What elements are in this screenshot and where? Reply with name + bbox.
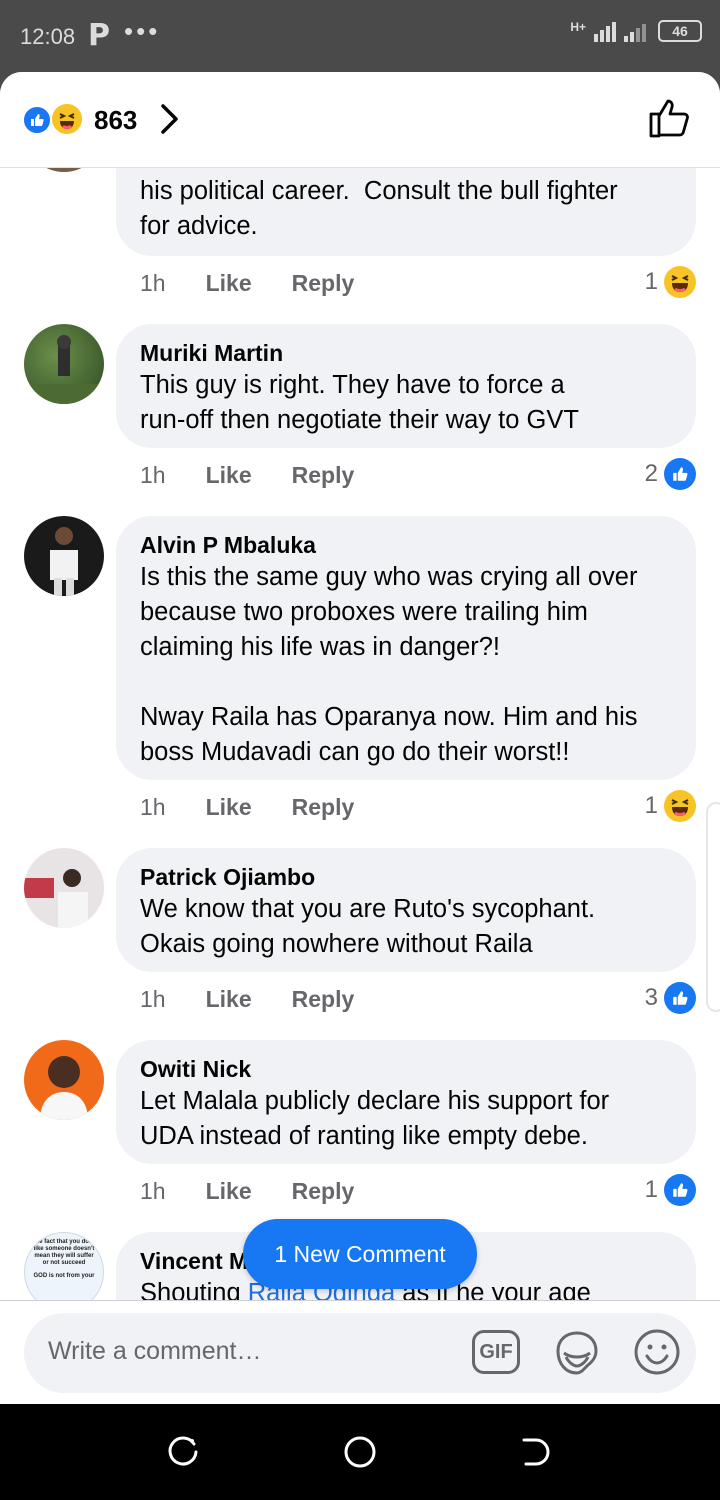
comment-reaction-summary[interactable]: 1	[645, 790, 696, 822]
avatar[interactable]	[24, 1040, 104, 1120]
reaction-count: 1	[644, 268, 658, 295]
app-notification-icon: P	[88, 18, 110, 53]
home-icon[interactable]	[342, 1434, 378, 1475]
reply-button[interactable]: Reply	[292, 794, 355, 821]
comment-bubble[interactable]: Alvin P Mbaluka Is this the same guy who…	[116, 516, 696, 780]
like-button[interactable]: Like	[206, 1178, 252, 1205]
like-button[interactable]: Like	[206, 794, 252, 821]
comment-time: 1h	[140, 270, 166, 296]
like-reaction-icon	[664, 1174, 696, 1206]
comment-text: This guy is right. They have to force a …	[140, 371, 579, 434]
comment-text: his political career. Consult the bull f…	[140, 177, 618, 240]
comment-author[interactable]: Alvin P Mbaluka	[140, 530, 672, 560]
avatar[interactable]: The fact that you don't like someone doe…	[24, 1232, 104, 1300]
reaction-count: 1	[644, 1176, 658, 1203]
comment-bubble[interactable]: Muriki Martin This guy is right. They ha…	[116, 324, 696, 448]
like-button[interactable]: Like	[206, 462, 252, 489]
comment-time: 1h	[140, 986, 166, 1012]
haha-reaction-icon	[664, 266, 696, 298]
reply-button[interactable]: Reply	[292, 270, 355, 297]
status-time: 12:08	[20, 24, 76, 49]
comment-bubble[interactable]: Owiti Nick Let Malala publicly declare h…	[116, 1040, 696, 1164]
new-comment-button[interactable]: 1 New Comment	[243, 1219, 477, 1289]
like-reaction-icon	[22, 105, 52, 135]
like-outline-icon[interactable]	[648, 96, 692, 145]
avatar-image-text-footer: GOD is not from your	[33, 1273, 95, 1279]
comment-bubble[interactable]: Patrick Ojiambo We know that you are Rut…	[116, 848, 696, 972]
like-button[interactable]: Like	[206, 986, 252, 1013]
like-reaction-icon	[664, 982, 696, 1014]
network-type-label: H+	[570, 20, 586, 34]
status-bar: 12:08 P ••• H+ 46	[0, 0, 720, 72]
chevron-right-icon[interactable]	[158, 102, 182, 141]
system-navigation-bar	[0, 1404, 720, 1500]
signal-icon	[594, 20, 616, 42]
reaction-count: 863	[94, 105, 138, 135]
comments-sheet: 863 his political career. Consult the bu…	[0, 72, 720, 1404]
comment-actions: 1h Like Reply	[140, 462, 354, 489]
comment-reaction-summary[interactable]: 1	[645, 1174, 696, 1206]
reply-button[interactable]: Reply	[292, 462, 355, 489]
reply-button[interactable]: Reply	[292, 1178, 355, 1205]
comment-reaction-summary[interactable]: 3	[645, 982, 696, 1014]
status-indicators: H+ 46	[570, 20, 702, 42]
comment-time: 1h	[140, 1178, 166, 1204]
recent-apps-icon[interactable]	[166, 1434, 202, 1475]
haha-reaction-icon	[50, 102, 84, 136]
comment-author[interactable]: Owiti Nick	[140, 1054, 672, 1084]
comment-reaction-summary[interactable]: 1	[645, 266, 696, 298]
battery-icon: 46	[658, 20, 702, 42]
comment-time: 1h	[140, 462, 166, 488]
back-icon[interactable]	[518, 1434, 554, 1475]
sticker-icon[interactable]	[552, 1327, 602, 1382]
reactions-header[interactable]: 863	[0, 72, 720, 168]
comment-text: Is this the same guy who was crying all …	[140, 563, 638, 766]
avatar[interactable]	[24, 516, 104, 596]
reaction-count: 3	[644, 984, 658, 1011]
more-notifications-icon: •••	[124, 16, 161, 46]
comment-text-start: Shouting	[140, 1279, 248, 1300]
comment-text: Let Malala publicly declare his support …	[140, 1087, 610, 1150]
avatar[interactable]	[24, 848, 104, 928]
gif-button[interactable]: GIF	[472, 1330, 520, 1374]
comment-author[interactable]: Patrick Ojiambo	[140, 862, 672, 892]
comment-input[interactable]: Write a comment… GIF	[24, 1313, 696, 1393]
emoji-icon[interactable]	[632, 1327, 682, 1382]
comment-author[interactable]: Muriki Martin	[140, 338, 672, 368]
reaction-count: 1	[644, 792, 658, 819]
avatar-image-text: The fact that you don't like someone doe…	[31, 1239, 97, 1266]
comment-time: 1h	[140, 794, 166, 820]
comment-actions: 1h Like Reply	[140, 986, 354, 1013]
comment-actions: 1h Like Reply	[140, 1178, 354, 1205]
reply-button[interactable]: Reply	[292, 986, 355, 1013]
comment-actions: 1h Like Reply	[140, 794, 354, 821]
comment-reaction-summary[interactable]: 2	[645, 458, 696, 490]
haha-reaction-icon	[664, 790, 696, 822]
like-button[interactable]: Like	[206, 270, 252, 297]
comment-actions: 1h Like Reply	[140, 270, 354, 297]
signal-icon-secondary	[624, 20, 646, 42]
like-reaction-icon	[664, 458, 696, 490]
comment-input-placeholder: Write a comment…	[48, 1337, 262, 1365]
avatar[interactable]	[24, 324, 104, 404]
comment-text: We know that you are Ruto's sycophant. O…	[140, 895, 596, 958]
side-panel-handle[interactable]	[706, 802, 720, 1012]
comment-composer: Write a comment… GIF	[0, 1300, 720, 1404]
reaction-count: 2	[644, 460, 658, 487]
